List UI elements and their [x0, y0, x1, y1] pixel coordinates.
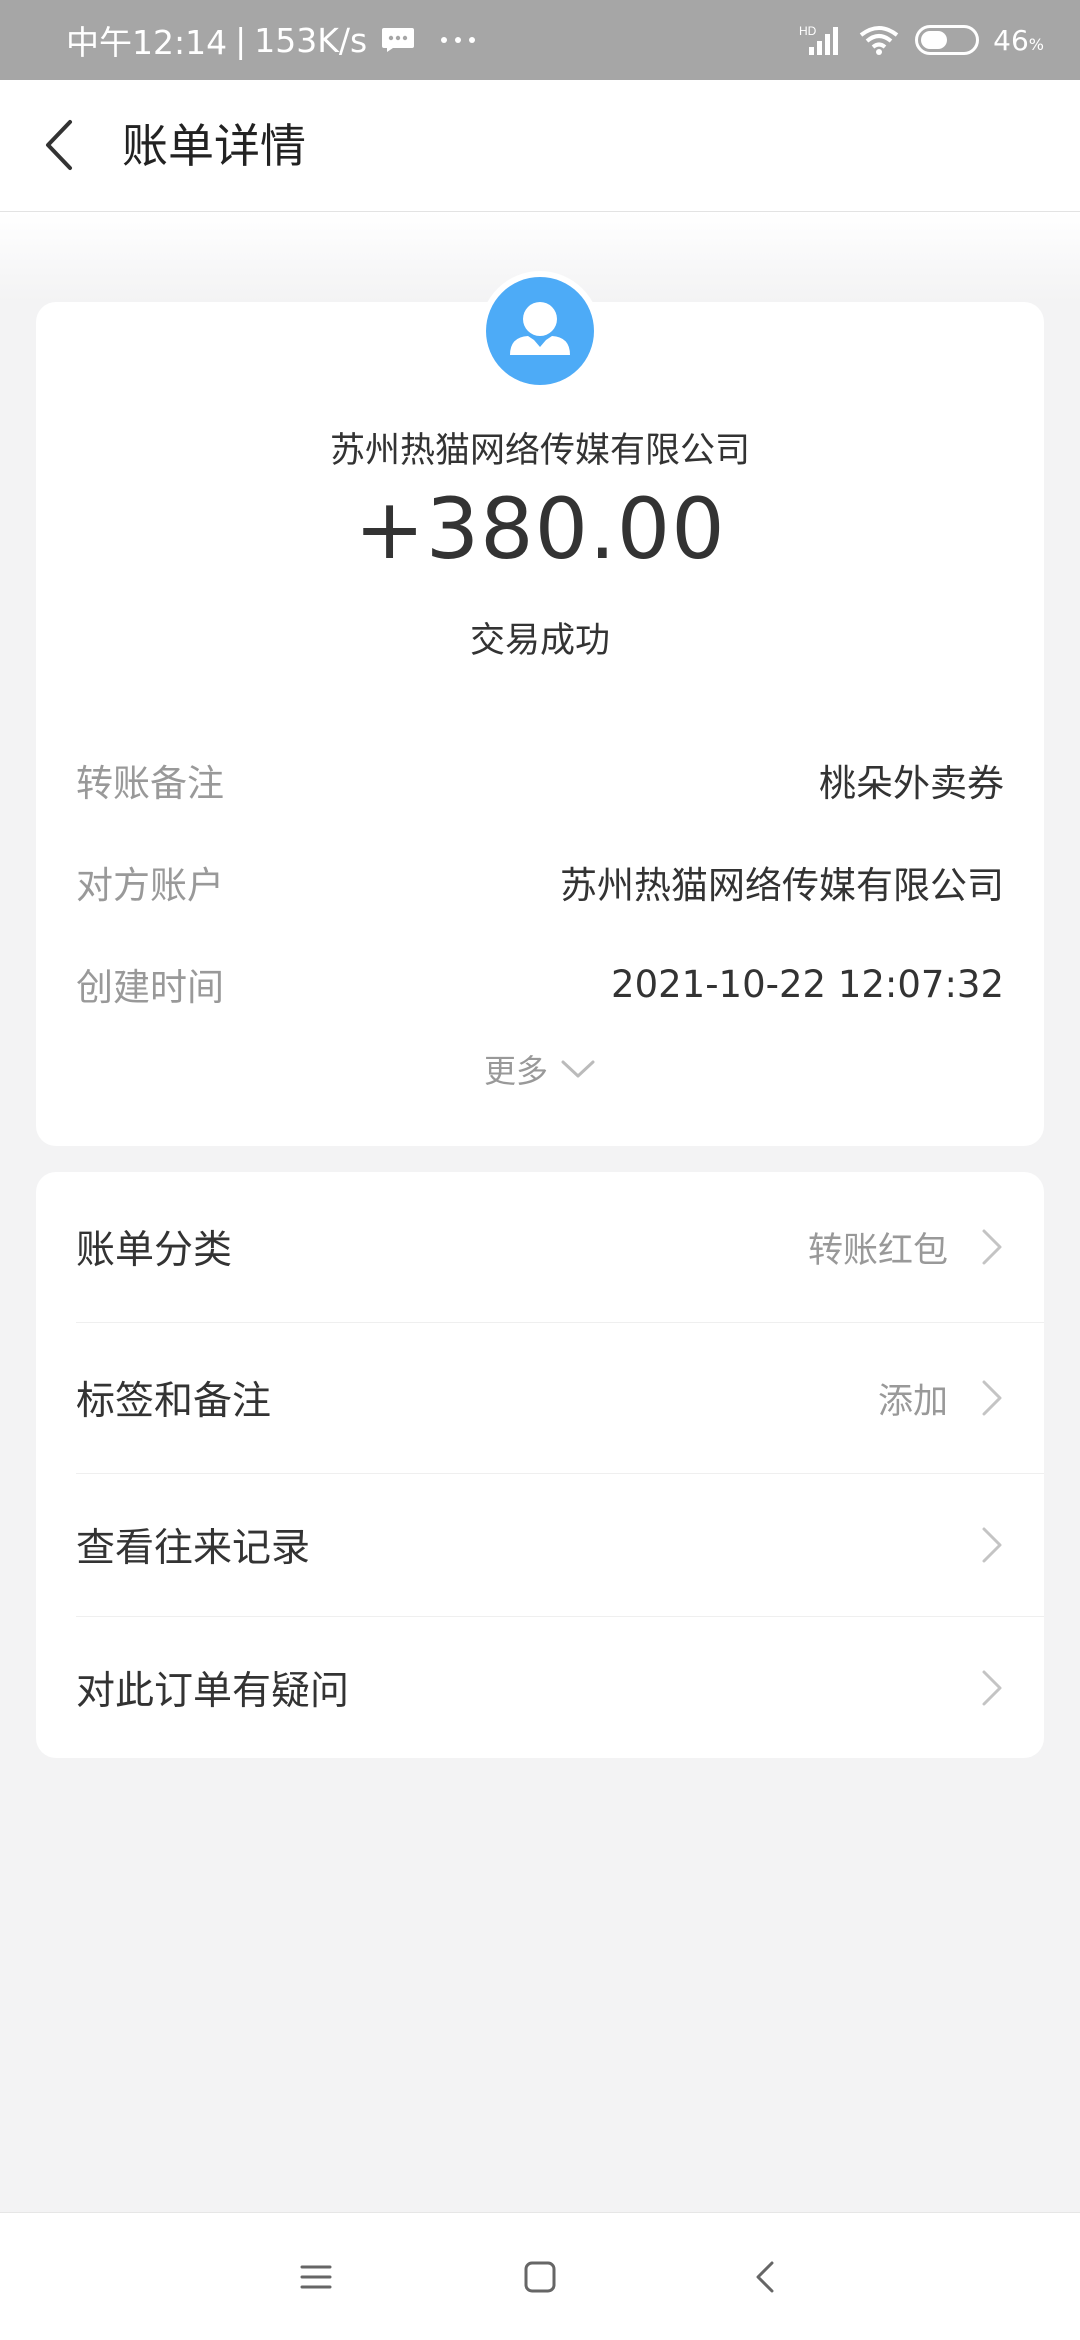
network-type-label: HD	[799, 24, 817, 38]
page-title: 账单详情	[122, 119, 306, 173]
menu-item-label: 标签和备注	[76, 1379, 272, 1424]
status-bar-right: HD 46%	[799, 0, 1044, 80]
status-network-speed: 153K/s	[254, 20, 368, 60]
wifi-icon	[859, 26, 899, 55]
menu-icon[interactable]	[286, 2247, 346, 2307]
transaction-summary-card: 苏州热猫网络传媒有限公司 +380.00 交易成功 转账备注 桃朵外卖券 对方账…	[36, 277, 1044, 1146]
top-app-bar: 账单详情	[0, 80, 1080, 212]
chevron-right-icon	[982, 1670, 1002, 1705]
detail-row-remark: 转账备注 桃朵外卖券	[76, 750, 1004, 810]
bill-actions-card: 账单分类 转账红包 标签和备注 添加 查看往来记录 对此订单有疑问	[36, 1172, 1044, 1758]
menu-item-bill-category[interactable]: 账单分类 转账红包	[36, 1172, 1044, 1322]
transaction-amount: +380.00	[354, 480, 726, 578]
detail-label: 对方账户	[76, 864, 224, 907]
back-button[interactable]	[32, 110, 92, 180]
battery-level: 46	[993, 23, 1029, 57]
detail-value: 桃朵外卖券	[819, 762, 1004, 805]
chevron-down-icon	[561, 1060, 595, 1078]
signal-icon: HD	[799, 24, 839, 55]
chevron-right-icon	[982, 1229, 1002, 1265]
avatar	[486, 277, 594, 385]
chevron-left-icon	[46, 120, 72, 170]
menu-item-label: 对此订单有疑问	[76, 1668, 350, 1714]
system-navigation-bar	[0, 2212, 1080, 2340]
battery-unit: %	[1028, 34, 1044, 54]
transaction-status: 交易成功	[469, 621, 610, 661]
menu-item-value: 转账红包	[807, 1230, 948, 1271]
menu-item-value: 添加	[877, 1381, 948, 1422]
chevron-right-icon	[982, 1527, 1002, 1563]
status-bar: 中午12:14 | 153K/s HD 46%	[0, 0, 1080, 80]
back-icon[interactable]	[736, 2247, 796, 2307]
more-label: 更多	[483, 1052, 548, 1090]
detail-value: 苏州热猫网络传媒有限公司	[560, 864, 1004, 907]
status-separator: |	[235, 20, 247, 60]
menu-item-transaction-history[interactable]: 查看往来记录	[36, 1474, 1044, 1616]
battery-percentage: 46%	[993, 24, 1044, 57]
status-bar-left: 中午12:14 | 153K/s	[66, 0, 476, 80]
menu-item-order-question[interactable]: 对此订单有疑问	[36, 1617, 1044, 1758]
detail-row-counterparty: 对方账户 苏州热猫网络传媒有限公司	[76, 852, 1004, 912]
battery-icon	[915, 25, 980, 55]
menu-item-label: 账单分类	[76, 1228, 233, 1273]
menu-item-tags-notes[interactable]: 标签和备注 添加	[36, 1323, 1044, 1473]
menu-item-label: 查看往来记录	[76, 1526, 311, 1571]
home-icon[interactable]	[510, 2247, 570, 2307]
payee-name: 苏州热猫网络传媒有限公司	[329, 431, 750, 471]
status-time: 中午12:14	[66, 23, 228, 62]
detail-label: 创建时间	[76, 966, 224, 1009]
message-icon	[382, 28, 415, 52]
detail-value: 2021-10-22 12:07:32	[611, 962, 1004, 1006]
detail-row-created-time: 创建时间 2021-10-22 12:07:32	[76, 954, 1004, 1014]
more-dots-icon	[441, 37, 476, 43]
more-details-toggle[interactable]: 更多	[36, 1044, 1044, 1094]
detail-label: 转账备注	[76, 762, 224, 805]
person-icon	[510, 302, 570, 355]
chevron-right-icon	[982, 1380, 1002, 1416]
